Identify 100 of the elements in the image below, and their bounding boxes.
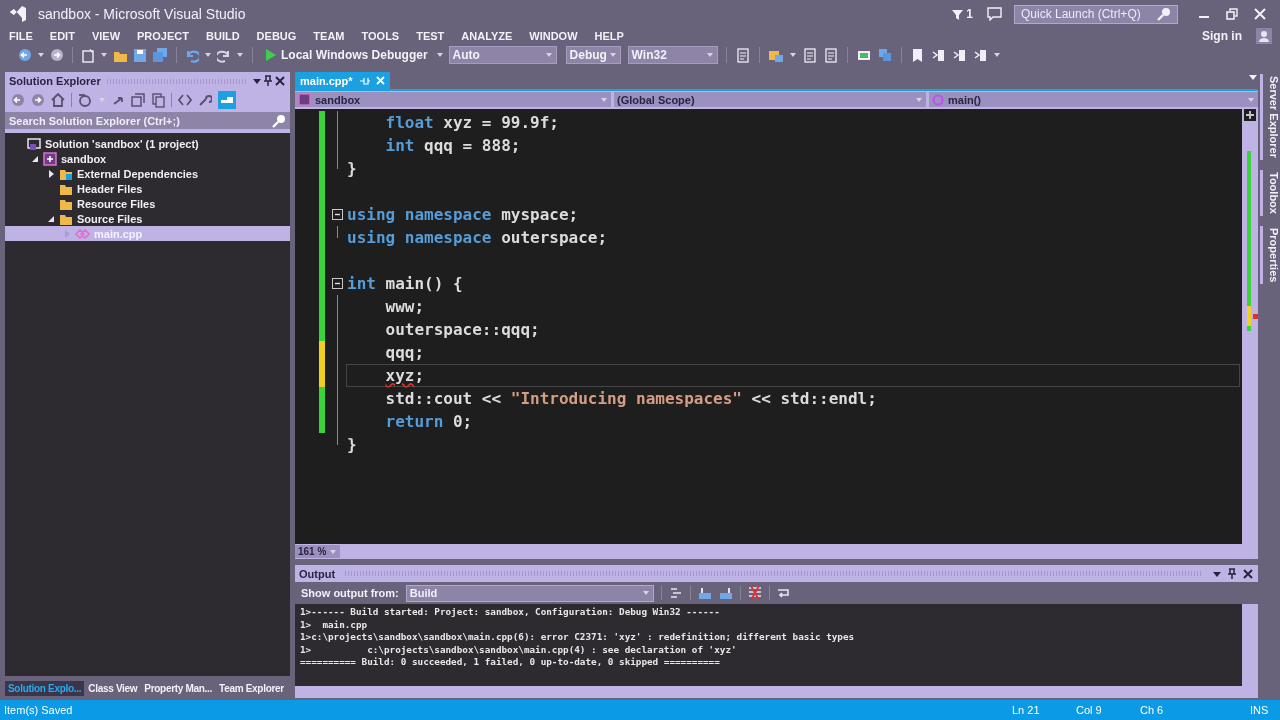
scope-dropdown[interactable]: (Global Scope): [614, 92, 926, 107]
fold-collapse-icon[interactable]: [331, 209, 343, 220]
back-icon[interactable]: [11, 93, 25, 107]
files-icon[interactable]: [801, 47, 818, 63]
expanded-arrow-icon[interactable]: [31, 154, 39, 163]
scroll-bar[interactable]: [295, 686, 1258, 698]
caret-icon[interactable]: [544, 51, 553, 59]
pages-icon[interactable]: [822, 47, 839, 63]
panel-tab[interactable]: Team Explorer: [216, 680, 287, 696]
caret-icon[interactable]: [788, 51, 797, 59]
cpp-file-icon: [75, 226, 90, 241]
caret-icon[interactable]: [236, 51, 244, 59]
scroll-bar[interactable]: [1242, 604, 1258, 686]
tree-item[interactable]: Header Files: [77, 182, 143, 195]
output-source-dropdown[interactable]: Build: [405, 584, 654, 602]
code-line: }: [347, 159, 357, 178]
caret-icon[interactable]: [435, 51, 444, 59]
side-tab[interactable]: Properties: [1260, 225, 1280, 285]
menu-item[interactable]: FILE: [9, 30, 33, 42]
save-all-icon[interactable]: [152, 47, 168, 63]
code-line: www;: [384, 297, 425, 316]
search-field[interactable]: Search Solution Explorer (Ctrl+;): [5, 112, 290, 129]
pin-icon[interactable]: [1226, 567, 1238, 580]
forward-icon[interactable]: [31, 93, 45, 107]
code-line: xyz;: [384, 366, 425, 385]
solution-config-dropdown[interactable]: Auto: [448, 46, 557, 64]
tree-item[interactable]: Resource Files: [77, 197, 156, 210]
method-icon: [932, 93, 944, 106]
member-dropdown[interactable]: main(): [929, 92, 1258, 107]
start-debugging-button[interactable]: Local Windows Debugger: [261, 47, 431, 63]
caret-icon[interactable]: [608, 51, 617, 59]
collapse-all-icon[interactable]: [131, 93, 145, 107]
code-line: using namespace myspace;: [347, 205, 579, 224]
project-icon: [43, 151, 57, 166]
menu-item[interactable]: BUILD: [206, 30, 240, 42]
clear-all-icon[interactable]: [747, 586, 762, 600]
forward-icon[interactable]: [50, 48, 64, 62]
code-line: outerspace::qqq;: [384, 320, 540, 339]
save-icon[interactable]: [133, 47, 147, 63]
panel-tab[interactable]: Property Man...: [141, 680, 216, 696]
zoom-dropdown[interactable]: 161 %: [295, 545, 341, 558]
dropdown-icon[interactable]: [1248, 72, 1258, 82]
caret-icon[interactable]: [100, 51, 108, 59]
play-icon[interactable]: [264, 48, 276, 62]
filter-icon: [951, 7, 965, 21]
scroll-bar[interactable]: [1242, 109, 1258, 544]
output-line: 1> c:\projects\sandbox\sandbox\main.cpp(4) : see declaration of 'xyz': [300, 643, 738, 656]
output-line: 1>------ Build started: Project: sandbox, Configuration: Debug Win32 ------: [300, 606, 721, 619]
collapsed-arrow-icon[interactable]: [47, 169, 55, 178]
platform-dropdown[interactable]: Win32: [627, 46, 718, 64]
menu-item[interactable]: WINDOW: [529, 30, 578, 42]
history-icon[interactable]: [78, 93, 92, 107]
menu-item[interactable]: TEAM: [313, 30, 345, 42]
expanded-arrow-icon[interactable]: [47, 214, 55, 223]
show-all-files-icon[interactable]: [151, 92, 165, 108]
menu-item[interactable]: TOOLS: [361, 30, 400, 42]
quick-launch-field[interactable]: Quick Launch (Ctrl+Q): [1014, 4, 1178, 24]
window-title: sandbox - Microsoft Visual Studio: [38, 6, 247, 22]
tree-item[interactable]: sandbox: [61, 152, 107, 165]
project-dropdown[interactable]: sandbox: [295, 92, 611, 107]
fold-collapse-icon[interactable]: [331, 278, 343, 289]
configuration-dropdown[interactable]: Debug: [565, 46, 621, 64]
menu-item[interactable]: VIEW: [91, 30, 121, 42]
account-icon[interactable]: [1256, 28, 1272, 44]
home-icon[interactable]: [51, 93, 65, 107]
caret-icon[interactable]: [641, 589, 650, 597]
close-icon[interactable]: [1242, 567, 1254, 580]
tree-item[interactable]: Source Files: [77, 212, 143, 225]
caret-icon[interactable]: [992, 51, 1001, 59]
panel-tab[interactable]: Solution Explo...: [5, 680, 85, 696]
back-icon[interactable]: [18, 48, 32, 62]
restore-icon[interactable]: [1226, 8, 1238, 20]
new-project-icon[interactable]: [81, 47, 95, 63]
tree-item[interactable]: Solution 'sandbox' (1 project): [45, 137, 199, 150]
split-icon[interactable]: [1244, 109, 1256, 121]
menu-item[interactable]: HELP: [594, 30, 624, 42]
notification-filter[interactable]: 1: [951, 7, 973, 21]
caret-icon[interactable]: [37, 51, 45, 59]
menu-item[interactable]: TEST: [416, 30, 445, 42]
pin-icon[interactable]: [262, 75, 274, 87]
menu-item[interactable]: DEBUG: [256, 30, 297, 42]
menu-item[interactable]: PROJECT: [137, 30, 189, 42]
close-icon[interactable]: [274, 75, 286, 87]
side-tab[interactable]: Toolbox: [1260, 169, 1280, 216]
caret-icon[interactable]: [705, 51, 714, 59]
dropdown-icon[interactable]: [252, 76, 262, 86]
caret-icon[interactable]: [204, 51, 212, 59]
vs-logo-icon: [8, 4, 28, 24]
menu-item[interactable]: ANALYZE: [461, 30, 513, 42]
menu-item[interactable]: EDIT: [49, 30, 75, 42]
panel-tab[interactable]: Class View: [85, 680, 141, 696]
feedback-icon[interactable]: [987, 7, 1002, 21]
side-tab[interactable]: Server Explorer: [1260, 74, 1280, 160]
tree-item[interactable]: External Dependencies: [77, 167, 199, 180]
panel-title: Solution Explorer: [9, 75, 101, 87]
word-wrap-icon[interactable]: [776, 586, 790, 600]
code-line: int qqq = 888;: [384, 136, 521, 155]
sign-in-link[interactable]: Sign in: [1202, 29, 1242, 43]
document-icon[interactable]: [734, 47, 751, 63]
code-icon[interactable]: [178, 93, 192, 107]
